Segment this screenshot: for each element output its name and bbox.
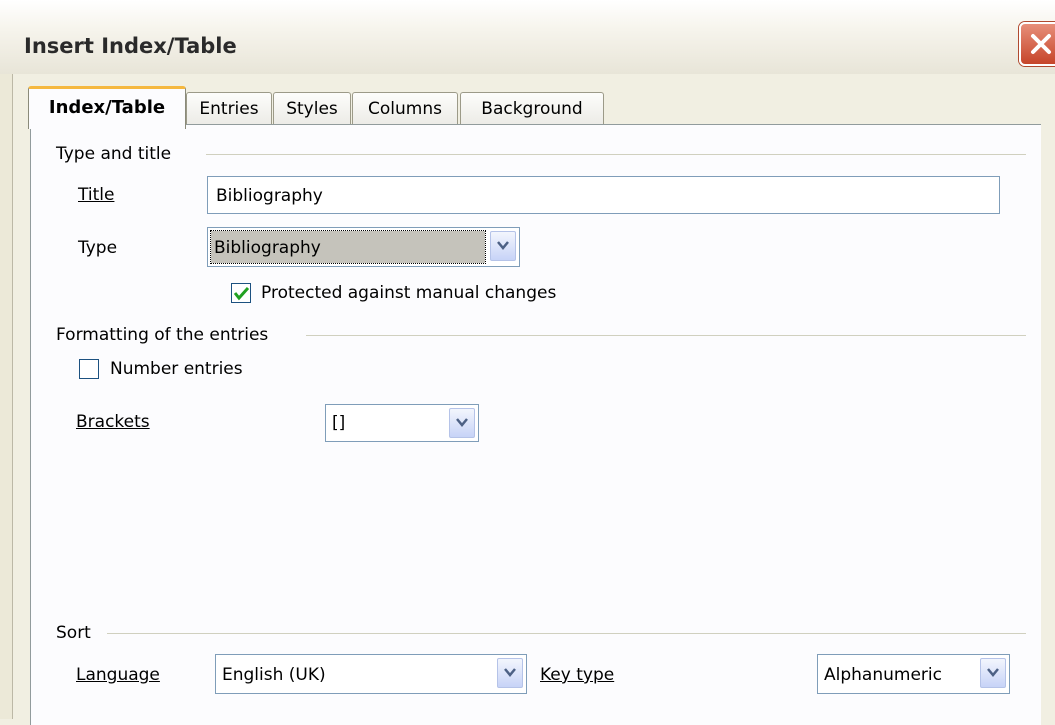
key-type-select-value: Alphanumeric xyxy=(824,665,942,685)
section-divider xyxy=(206,154,1026,155)
close-button[interactable] xyxy=(1019,22,1055,66)
tab-panel xyxy=(30,124,1041,725)
tab-styles[interactable]: Styles xyxy=(273,92,351,125)
close-icon xyxy=(1031,34,1051,54)
protected-checkbox[interactable] xyxy=(231,283,251,303)
type-select[interactable]: Bibliography xyxy=(207,227,520,267)
tab-columns[interactable]: Columns xyxy=(352,92,458,125)
key-type-dropdown-button[interactable] xyxy=(980,658,1006,688)
brackets-select-value: [] xyxy=(332,413,346,433)
tab-index-table[interactable]: Index/Table xyxy=(28,86,186,129)
language-select-value: English (UK) xyxy=(222,665,326,685)
brackets-dropdown-button[interactable] xyxy=(449,408,475,438)
checkmark-icon xyxy=(233,286,250,301)
brackets-select[interactable]: [] xyxy=(325,404,479,442)
number-entries-checkbox[interactable] xyxy=(79,359,99,379)
chevron-down-icon xyxy=(456,418,468,427)
chevron-down-icon xyxy=(987,668,999,677)
title-bar: Insert Index/Table xyxy=(0,0,1055,74)
type-select-value: Bibliography xyxy=(214,238,321,258)
key-type-label: Key type xyxy=(540,665,615,685)
language-dropdown-button[interactable] xyxy=(497,658,523,688)
section-type-and-title: Type and title xyxy=(56,144,172,164)
tab-background[interactable]: Background xyxy=(460,92,604,125)
type-dropdown-button[interactable] xyxy=(490,231,516,261)
language-label: Language xyxy=(76,665,160,685)
language-select[interactable]: English (UK) xyxy=(215,654,527,694)
chevron-down-icon xyxy=(504,668,516,677)
protected-label: Protected against manual changes xyxy=(261,283,557,303)
section-sort: Sort xyxy=(56,623,91,643)
window-frame xyxy=(0,74,13,719)
type-label: Type xyxy=(78,238,118,258)
title-field[interactable]: Bibliography xyxy=(207,176,1000,214)
section-divider xyxy=(306,335,1026,336)
number-entries-label: Number entries xyxy=(110,359,243,379)
section-divider xyxy=(107,633,1026,634)
chevron-down-icon xyxy=(497,241,509,250)
section-formatting: Formatting of the entries xyxy=(56,325,269,345)
window-title: Insert Index/Table xyxy=(24,34,237,58)
tab-entries[interactable]: Entries xyxy=(186,92,272,125)
title-label: Title xyxy=(78,185,115,205)
key-type-select[interactable]: Alphanumeric xyxy=(817,654,1010,694)
brackets-label: Brackets xyxy=(76,412,150,432)
